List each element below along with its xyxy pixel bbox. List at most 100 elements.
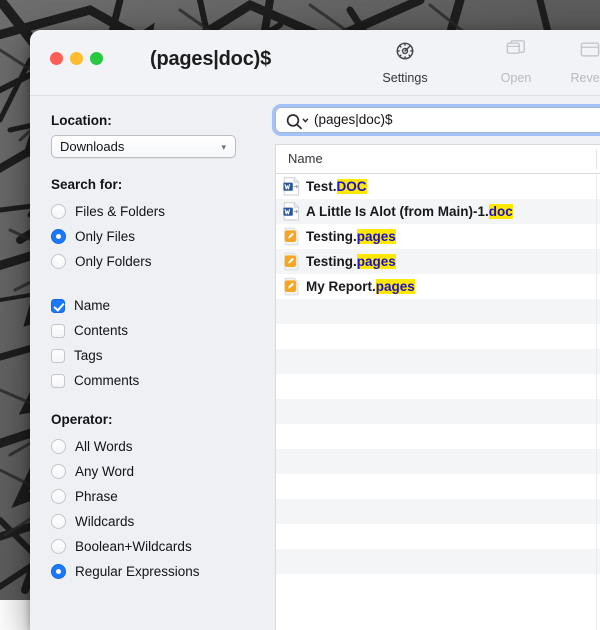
radio-only-files[interactable]: Only Files	[51, 224, 255, 249]
column-divider-line[interactable]	[596, 174, 597, 630]
close-button[interactable]	[50, 52, 63, 65]
search-options-sidebar: Location: Downloads ▾ Search for: Files …	[30, 96, 255, 630]
empty-row	[276, 399, 600, 424]
empty-row	[276, 524, 600, 549]
search-match-highlight: pages	[376, 279, 415, 294]
radio-boolean-wildcards[interactable]: Boolean+Wildcards	[51, 534, 255, 559]
pages-document-icon	[283, 252, 300, 271]
checkbox-label: Name	[74, 298, 110, 313]
empty-row	[276, 549, 600, 574]
file-results-list[interactable]: Name S Test.DOC A Little Is Alot (from M…	[275, 144, 600, 630]
empty-row	[276, 374, 600, 399]
radio-indicator	[51, 439, 66, 454]
radio-label: Regular Expressions	[75, 564, 200, 579]
column-header-divider[interactable]	[596, 150, 597, 169]
radio-label: Only Folders	[75, 254, 152, 269]
radio-label: Wildcards	[75, 514, 134, 529]
radio-indicator	[51, 514, 66, 529]
pages-document-icon	[276, 252, 306, 271]
checkbox-label: Contents	[74, 323, 128, 338]
radio-indicator	[51, 539, 66, 554]
radio-all-words[interactable]: All Words	[51, 434, 255, 459]
empty-row	[276, 449, 600, 474]
reveal-label: Reveal	[554, 71, 600, 85]
location-value: Downloads	[60, 139, 124, 154]
search-bar-area: (pages|doc)$	[255, 96, 600, 144]
results-rows: Test.DOC A Little Is Alot (from Main)-1.…	[276, 174, 600, 599]
empty-row	[276, 474, 600, 499]
search-icon[interactable]	[285, 112, 309, 130]
search-field-focus-ring: (pages|doc)$	[275, 107, 600, 133]
checkbox-comments[interactable]: Comments	[51, 368, 255, 393]
radio-any-word[interactable]: Any Word	[51, 459, 255, 484]
checkbox-indicator	[51, 299, 65, 313]
word-document-icon	[276, 202, 306, 221]
search-input[interactable]: (pages|doc)$	[275, 107, 600, 133]
empty-row	[276, 574, 600, 599]
radio-indicator	[51, 564, 66, 579]
window-body: Location: Downloads ▾ Search for: Files …	[30, 96, 600, 630]
checkbox-indicator	[51, 324, 65, 338]
table-row[interactable]: Testing.pages	[276, 224, 600, 249]
gear-icon	[369, 40, 441, 66]
radio-label: Phrase	[75, 489, 118, 504]
radio-files-and-folders[interactable]: Files & Folders	[51, 199, 255, 224]
radio-label: Boolean+Wildcards	[75, 539, 192, 554]
column-header-name[interactable]: Name	[288, 151, 323, 166]
word-document-icon	[276, 177, 306, 196]
table-row[interactable]: Test.DOC	[276, 174, 600, 199]
radio-only-folders[interactable]: Only Folders	[51, 249, 255, 274]
pages-document-icon	[276, 277, 306, 296]
word-document-icon	[283, 177, 300, 196]
checkbox-indicator	[51, 374, 65, 388]
window-title: (pages|doc)$	[150, 48, 271, 71]
radio-indicator	[51, 229, 66, 244]
settings-button[interactable]: Settings	[369, 40, 441, 85]
empty-row	[276, 349, 600, 374]
open-label: Open	[480, 71, 552, 85]
location-select[interactable]: Downloads ▾	[51, 135, 236, 158]
window-titlebar: (pages|doc)$ Settings Open	[30, 30, 600, 96]
radio-indicator	[51, 464, 66, 479]
file-name: Testing.pages	[306, 254, 396, 269]
file-name: Test.DOC	[306, 179, 367, 194]
reveal-button[interactable]: Reveal	[554, 40, 600, 85]
search-match-highlight: pages	[357, 229, 396, 244]
minimize-button[interactable]	[70, 52, 83, 65]
checkbox-contents[interactable]: Contents	[51, 318, 255, 343]
settings-label: Settings	[369, 71, 441, 85]
search-input-value: (pages|doc)$	[314, 112, 393, 127]
checkbox-tags[interactable]: Tags	[51, 343, 255, 368]
open-button[interactable]: Open	[480, 40, 552, 85]
radio-label: All Words	[75, 439, 133, 454]
table-row[interactable]: Testing.pages	[276, 249, 600, 274]
radio-label: Any Word	[75, 464, 134, 479]
chevron-down-icon: ▾	[221, 136, 226, 158]
radio-label: Files & Folders	[75, 204, 165, 219]
location-label: Location:	[51, 113, 255, 128]
radio-indicator	[51, 489, 66, 504]
windows-stack-icon	[480, 40, 552, 66]
checkbox-name[interactable]: Name	[51, 293, 255, 318]
radio-wildcards[interactable]: Wildcards	[51, 509, 255, 534]
pages-document-icon	[276, 227, 306, 246]
table-row[interactable]: My Report.pages	[276, 274, 600, 299]
checkbox-label: Tags	[74, 348, 103, 363]
radio-regular-expressions[interactable]: Regular Expressions	[51, 559, 255, 584]
radio-phrase[interactable]: Phrase	[51, 484, 255, 509]
table-row[interactable]: A Little Is Alot (from Main)-1.doc	[276, 199, 600, 224]
list-column-headers: Name S	[276, 145, 600, 174]
file-name: A Little Is Alot (from Main)-1.doc	[306, 204, 513, 219]
reveal-icon	[554, 40, 600, 66]
search-window: (pages|doc)$ Settings Open	[30, 30, 600, 630]
file-name: My Report.pages	[306, 279, 415, 294]
search-match-highlight: DOC	[337, 179, 367, 194]
empty-row	[276, 299, 600, 324]
checkbox-indicator	[51, 349, 65, 363]
empty-row	[276, 424, 600, 449]
zoom-button[interactable]	[90, 52, 103, 65]
search-match-highlight: pages	[357, 254, 396, 269]
pages-document-icon	[283, 277, 300, 296]
empty-row	[276, 499, 600, 524]
pages-document-icon	[283, 227, 300, 246]
